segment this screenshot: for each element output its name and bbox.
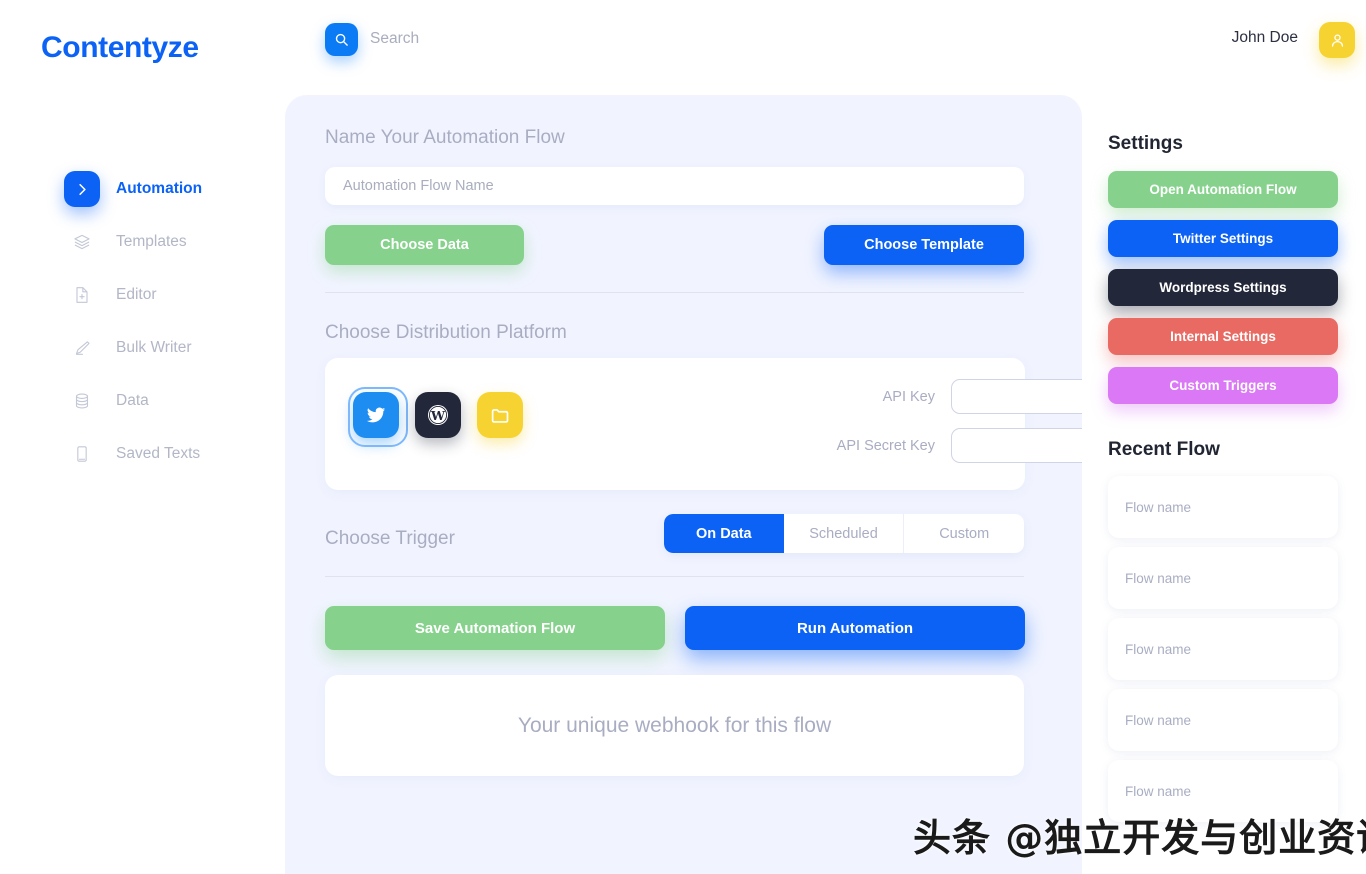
recent-flow-heading: Recent Flow — [1108, 439, 1220, 460]
sidebar-item-editor[interactable]: Editor — [0, 274, 285, 316]
right-panel: Settings Open Automation Flow Twitter Set… — [1082, 95, 1366, 874]
app-root: Contentyze Automation Templates Editor Bulk… — [0, 0, 1366, 874]
user-name: John Doe — [1231, 29, 1298, 46]
document-plus-icon-wrapper — [66, 279, 98, 311]
settings-heading: Settings — [1108, 133, 1183, 154]
recent-flow-name: Flow name — [1125, 783, 1192, 799]
platform-icon-group: W — [348, 387, 523, 447]
recent-flow-item[interactable]: Flow name — [1108, 476, 1338, 538]
chevron-right-icon-wrapper — [64, 171, 100, 207]
brand-logo: Contentyze — [41, 31, 199, 64]
book-icon-wrapper — [66, 438, 98, 470]
settings-button-wordpress-settings[interactable]: Wordpress Settings — [1108, 269, 1338, 306]
wordpress-icon: W — [428, 405, 448, 425]
sidebar-item-label: Saved Texts — [116, 445, 201, 462]
divider-2 — [325, 576, 1024, 577]
recent-flow-name: Flow name — [1125, 712, 1192, 728]
database-icon — [75, 393, 89, 409]
recent-flow-item[interactable]: Flow name — [1108, 760, 1338, 822]
top-bar: John Doe — [285, 0, 1366, 95]
sidebar-item-label: Automation — [116, 180, 203, 197]
trigger-section-title: Choose Trigger — [325, 528, 455, 549]
user-icon — [1331, 33, 1343, 47]
webhook-card[interactable]: Your unique webhook for this flow — [325, 675, 1024, 776]
sidebar-item-label: Templates — [116, 233, 187, 250]
chevron-right-icon — [78, 183, 86, 195]
recent-flow-item[interactable]: Flow name — [1108, 547, 1338, 609]
api-secret-label: API Secret Key — [836, 437, 935, 454]
book-icon — [77, 446, 87, 462]
name-section-title: Name Your Automation Flow — [325, 127, 565, 148]
settings-button-custom-triggers[interactable]: Custom Triggers — [1108, 367, 1338, 404]
recent-flow-list: Flow name Flow name Flow name Flow name Flow… — [1108, 476, 1338, 831]
platform-card: W API Key API Secret Key — [325, 358, 1205, 490]
recent-flow-name: Flow name — [1125, 499, 1192, 515]
pen-icon — [75, 341, 90, 355]
sidebar-item-saved-texts[interactable]: Saved Texts — [0, 433, 285, 475]
sidebar-item-data[interactable]: Data — [0, 380, 285, 422]
trigger-option-custom[interactable]: Custom — [904, 514, 1024, 553]
avatar[interactable] — [1319, 22, 1355, 58]
sidebar-item-label: Data — [116, 392, 149, 409]
search-icon — [335, 33, 348, 46]
pen-icon-wrapper — [66, 332, 98, 364]
layers-icon-wrapper — [66, 226, 98, 258]
platform-twitter[interactable] — [348, 387, 408, 447]
sidebar-item-templates[interactable]: Templates — [0, 221, 285, 263]
sidebar-item-label: Editor — [116, 286, 157, 303]
search-input[interactable] — [370, 26, 790, 52]
platform-folder[interactable] — [477, 392, 523, 438]
recent-flow-item[interactable]: Flow name — [1108, 618, 1338, 680]
platform-wordpress[interactable]: W — [415, 392, 461, 438]
sidebar-item-automation[interactable]: Automation — [0, 168, 285, 210]
database-icon-wrapper — [66, 385, 98, 417]
webhook-text: Your unique webhook for this flow — [517, 713, 832, 737]
trigger-option-scheduled[interactable]: Scheduled — [784, 514, 905, 553]
trigger-toggle-group: On Data Scheduled Custom — [664, 514, 1024, 553]
flow-name-input[interactable] — [325, 167, 1024, 205]
platform-section-title: Choose Distribution Platform — [325, 322, 567, 343]
document-plus-icon — [76, 287, 88, 303]
choose-template-button[interactable]: Choose Template — [824, 225, 1024, 265]
divider — [325, 292, 1024, 293]
sidebar-nav: Automation Templates Editor Bulk Writer Data… — [0, 168, 285, 486]
recent-flow-name: Flow name — [1125, 641, 1192, 657]
api-key-label: API Key — [882, 388, 935, 405]
sidebar-item-bulk-writer[interactable]: Bulk Writer — [0, 327, 285, 369]
settings-button-open-automation-flow[interactable]: Open Automation Flow — [1108, 171, 1338, 208]
recent-flow-name: Flow name — [1125, 570, 1192, 586]
settings-button-internal-settings[interactable]: Internal Settings — [1108, 318, 1338, 355]
recent-flow-item[interactable]: Flow name — [1108, 689, 1338, 751]
left-sidebar: Contentyze Automation Templates Editor Bulk… — [0, 0, 285, 874]
twitter-icon — [366, 407, 386, 423]
layers-icon — [74, 234, 90, 250]
choose-data-button[interactable]: Choose Data — [325, 225, 524, 265]
trigger-option-on-data[interactable]: On Data — [664, 514, 784, 553]
sidebar-item-label: Bulk Writer — [116, 339, 192, 356]
folder-icon — [491, 408, 508, 423]
search-button[interactable] — [325, 23, 358, 56]
svg-text:W: W — [430, 408, 446, 423]
save-automation-flow-button[interactable]: Save Automation Flow — [325, 606, 665, 650]
main-panel: Name Your Automation Flow Choose Data Ch… — [285, 95, 1205, 874]
run-automation-button[interactable]: Run Automation — [685, 606, 1025, 650]
settings-button-twitter-settings[interactable]: Twitter Settings — [1108, 220, 1338, 257]
